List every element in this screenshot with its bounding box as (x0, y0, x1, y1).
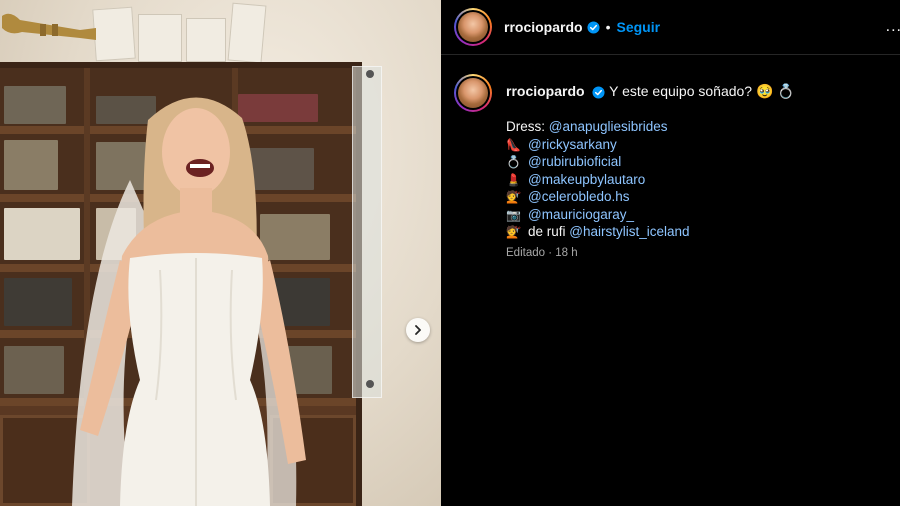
next-photo-button[interactable] (406, 318, 430, 342)
haircut-icon: 💇 (506, 225, 521, 239)
more-options-icon[interactable]: ... (886, 18, 900, 36)
caption-line: 📷 @mauriciogaray_ (506, 206, 896, 224)
post-caption: rrociopardo Y este equipo soñado? 🥹 💍 (454, 74, 894, 112)
caption-line: 💇 @celerobledo.hs (506, 188, 896, 206)
camera-icon: 📷 (506, 207, 521, 222)
caption-line-prefix: de rufi (528, 224, 570, 239)
mention-link[interactable]: @celerobledo.hs (528, 189, 630, 204)
caption-avatar[interactable] (454, 74, 492, 112)
photo-glass-door (352, 66, 382, 398)
caption-credits: Dress: @anapugliesibrides 👠 @rickysarkany… (506, 118, 896, 241)
caption-text: Y este equipo soñado? 🥹 💍 (609, 83, 795, 99)
post-header: rrociopardo • Seguir ... (441, 0, 900, 55)
caption-line: 💇 de rufi @hairstylist_iceland (506, 223, 896, 241)
header-username[interactable]: rrociopardo (504, 19, 583, 35)
photo-sheet-music (138, 14, 182, 62)
header-separator: • (605, 19, 611, 35)
photo-sheet-music (186, 18, 226, 62)
ring-icon: 💍 (506, 155, 521, 169)
photo-trumpet (2, 13, 96, 40)
mention-link[interactable]: @mauriciogaray_ (528, 207, 634, 222)
follow-button[interactable]: Seguir (616, 19, 660, 35)
edited-timestamp: Editado · 18 h (506, 247, 578, 259)
post-side-panel: rrociopardo • Seguir ... rrociopardo (441, 0, 900, 506)
mention-link[interactable]: @rickysarkany (528, 137, 617, 152)
post-photo (0, 0, 441, 506)
caption-line: Dress: @anapugliesibrides (506, 118, 896, 136)
caption-line: 💍 @rubirubioficial (506, 153, 896, 171)
lipstick-icon: 💄 (506, 172, 521, 187)
photo-bride (72, 97, 306, 506)
heel-shoe-icon: 👠 (506, 137, 521, 152)
mention-link[interactable]: @hairstylist_iceland (569, 224, 689, 239)
caption-line: 👠 @rickysarkany (506, 136, 896, 154)
haircut-icon: 💇 (506, 190, 521, 204)
mention-link[interactable]: @anapugliesibrides (549, 119, 668, 134)
caption-username[interactable]: rrociopardo (506, 83, 585, 99)
avatar[interactable] (454, 8, 492, 46)
verified-badge-icon (592, 86, 606, 99)
caption-line-prefix: Dress: (506, 119, 549, 134)
mention-link[interactable]: @makeupbylautaro (528, 172, 645, 187)
caption-line: 💄 @makeupbylautaro (506, 171, 896, 189)
photo-sheet-music (227, 2, 267, 64)
chevron-right-icon (415, 325, 421, 335)
mention-link[interactable]: @rubirubioficial (528, 154, 621, 169)
verified-badge-icon (587, 20, 600, 34)
